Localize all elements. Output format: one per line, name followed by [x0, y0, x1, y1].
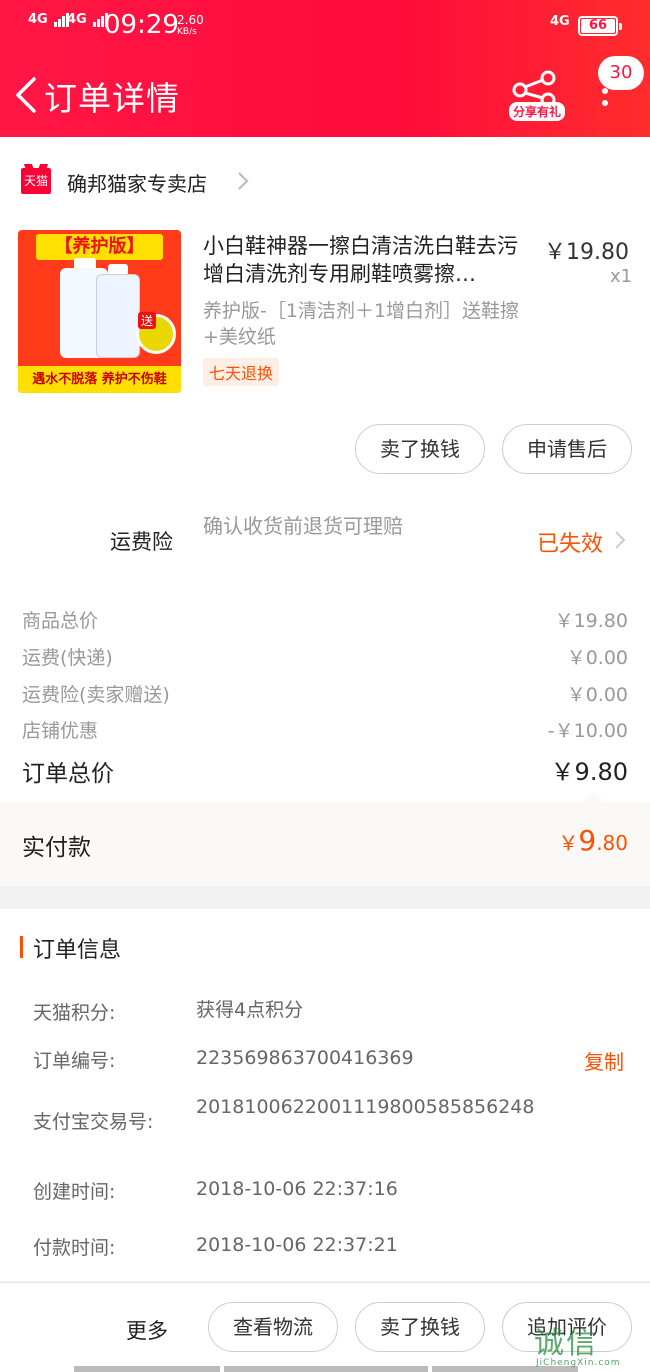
shipping-fee-value: ￥0.00	[566, 647, 628, 669]
created-time-value: 2018-10-06 22:37:16	[196, 1178, 398, 1200]
paid-integer: 9	[578, 824, 597, 857]
actual-payment-box	[0, 802, 650, 886]
network-type: 4G	[550, 14, 570, 29]
tmall-points-label: 天猫积分:	[33, 1002, 116, 1024]
signal-2-label: 4G	[67, 12, 87, 27]
site-watermark: 诚信 JiChengXin.com	[530, 1318, 650, 1372]
network-speed: 2.60 KB/s	[177, 14, 204, 38]
shipping-insurance-description: 确认收货前退货可理赔	[203, 514, 403, 538]
product-image[interactable]: 【养护版】 送 遇水不脱落 养护不伤鞋	[18, 230, 181, 393]
battery-level: 66	[588, 18, 608, 33]
sell-for-cash-bottom-button[interactable]: 卖了换钱	[355, 1302, 485, 1352]
back-arrow-icon[interactable]	[14, 76, 38, 114]
product-quantity: x1	[610, 266, 633, 287]
chevron-right-icon[interactable]	[614, 530, 626, 550]
bottle-shape	[96, 274, 140, 358]
order-number-value: 223569863700416369	[196, 1047, 414, 1069]
speed-unit: KB/s	[177, 27, 197, 37]
alipay-trade-no-label: 支付宝交易号:	[33, 1111, 154, 1133]
sell-for-cash-button[interactable]: 卖了换钱	[355, 424, 485, 474]
chevron-right-icon[interactable]	[236, 170, 250, 192]
section-accent-bar	[20, 936, 23, 958]
copy-order-number-button[interactable]: 复制	[584, 1046, 624, 1075]
return-policy-tag: 七天退换	[203, 358, 280, 386]
product-price: ￥19.80	[544, 240, 629, 265]
paid-decimal: .80	[596, 831, 628, 855]
battery-icon: 66	[578, 16, 622, 36]
gift-tag: 送	[138, 312, 157, 329]
notification-badge[interactable]: 30	[598, 56, 644, 90]
more-actions-button[interactable]: 更多	[126, 1315, 168, 1345]
insurance-fee-value: ￥0.00	[566, 684, 628, 706]
product-image-top-text: 【养护版】	[36, 234, 163, 260]
shop-name[interactable]: 确邦猫家专卖店	[67, 168, 207, 197]
subtotal-value: ￥19.80	[554, 610, 628, 632]
apply-after-sale-button[interactable]: 申请售后	[502, 424, 632, 474]
shipping-fee-label: 运费(快递)	[22, 647, 113, 669]
status-bar: 4G 4G 09:29 2.60 KB/s 4G 66	[0, 0, 650, 50]
product-sku: 养护版-［1清洁剂＋1增白剂］送鞋擦+美纹纸	[203, 300, 520, 348]
watermark-main: 诚信	[534, 1326, 598, 1361]
created-time-label: 创建时间:	[33, 1181, 116, 1203]
shipping-insurance-status[interactable]: 已失效	[537, 526, 603, 558]
order-total-label: 订单总价	[22, 761, 114, 787]
watermark-sub: JiChengXin.com	[536, 1358, 621, 1368]
page-title: 订单详情	[44, 79, 180, 118]
speed-value: 2.60	[177, 13, 204, 27]
nav-indicator	[74, 1366, 220, 1372]
payment-time-label: 付款时间:	[33, 1237, 116, 1259]
tmall-points-value: 获得4点积分	[196, 999, 304, 1021]
alipay-trade-no-value: 2018100622001119800585856248	[196, 1096, 535, 1118]
share-gift-label[interactable]: 分享有礼	[509, 102, 566, 121]
subtotal-label: 商品总价	[22, 610, 99, 632]
actual-payment-value: ￥9.80	[558, 824, 628, 857]
paid-currency: ￥	[558, 831, 579, 855]
signal-indicator-2: 4G	[67, 12, 109, 27]
more-menu-icon[interactable]	[600, 88, 610, 118]
order-info-title: 订单信息	[33, 938, 122, 963]
shop-discount-value: -￥10.00	[547, 720, 628, 742]
tmall-logo-icon: 天猫	[21, 168, 51, 194]
signal-1-label: 4G	[28, 12, 48, 27]
order-total-value: ￥9.80	[550, 758, 628, 786]
signal-indicator-1: 4G	[28, 12, 70, 27]
clock: 09:29	[104, 10, 179, 40]
product-image-bottom-text: 遇水不脱落 养护不伤鞋	[18, 366, 181, 393]
view-logistics-button[interactable]: 查看物流	[208, 1302, 338, 1352]
payment-time-value: 2018-10-06 22:37:21	[196, 1234, 398, 1256]
app-header: 4G 4G 09:29 2.60 KB/s 4G 66 订单详情 分享有礼 30	[0, 0, 650, 137]
shop-discount-label: 店铺优惠	[22, 720, 99, 742]
order-number-label: 订单编号:	[33, 1050, 116, 1072]
insurance-fee-label: 运费险(卖家赠送)	[22, 684, 170, 706]
nav-indicator	[224, 1366, 428, 1372]
shipping-insurance-label: 运费险	[110, 530, 173, 554]
product-title[interactable]: 小白鞋神器一擦白清洁洗白鞋去污增白清洗剂专用刷鞋喷雾擦…	[203, 232, 535, 288]
actual-payment-label: 实付款	[22, 835, 91, 861]
